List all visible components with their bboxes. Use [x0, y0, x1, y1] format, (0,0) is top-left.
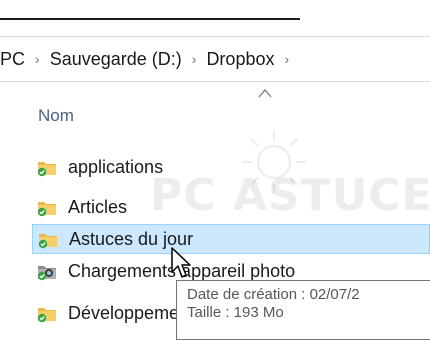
list-item-applications[interactable]: applications [32, 152, 430, 182]
breadcrumb-sauvegarde[interactable]: Sauvegarde (D:) [48, 49, 184, 70]
tooltip-date: Date de création : 02/07/2 [187, 286, 360, 303]
folder-sync-icon [37, 202, 56, 217]
file-name: applications [68, 156, 164, 177]
folder-sync-icon [37, 162, 56, 177]
mouse-pointer-icon [171, 247, 191, 278]
sort-ascending-icon [258, 88, 272, 98]
file-name: Articles [68, 196, 128, 217]
chevron-right-icon[interactable]: › [27, 51, 48, 67]
tooltip-size: Taille : 193 Mo [187, 304, 284, 321]
folder-sync-icon [38, 234, 57, 249]
chevron-right-icon[interactable]: › [276, 51, 297, 67]
window-titlebar [0, 0, 430, 20]
titlebar-border [0, 18, 300, 20]
file-tooltip: Date de création : 02/07/2 Taille : 193 … [176, 280, 430, 340]
address-bar[interactable]: PC › Sauvegarde (D:) › Dropbox › [0, 36, 430, 82]
folder-sync-icon [37, 308, 56, 323]
list-item-articles[interactable]: Articles [32, 192, 430, 222]
list-item-astuces-du-jour[interactable]: Astuces du jour [32, 224, 430, 254]
camera-folder-sync-icon [37, 266, 56, 281]
breadcrumb-dropbox[interactable]: Dropbox [204, 49, 276, 70]
column-name-label[interactable]: Nom [38, 106, 74, 126]
chevron-right-icon[interactable]: › [184, 51, 205, 67]
breadcrumb-pc[interactable]: PC [0, 49, 27, 70]
